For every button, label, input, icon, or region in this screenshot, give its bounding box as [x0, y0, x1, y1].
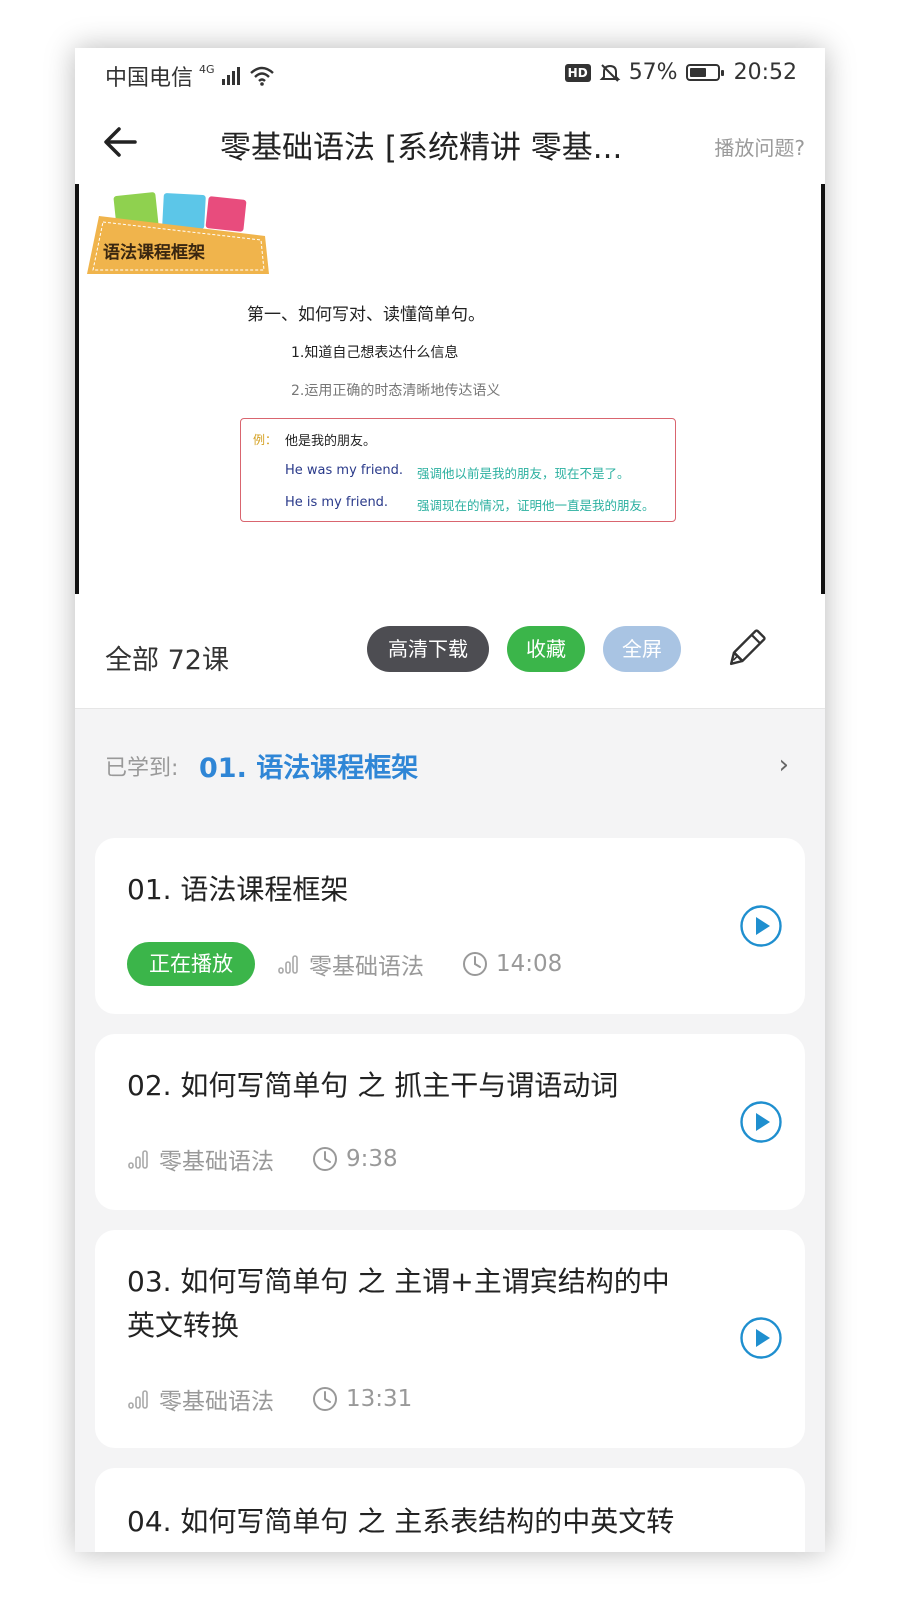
title-bar: 零基础语法 [系统精讲 零基... 播放问题?	[75, 104, 825, 184]
learned-label: 已学到:	[105, 756, 179, 781]
lesson-title: 03. 如何写简单句 之 主谓+主谓宾结构的中英文转换	[127, 1265, 670, 1342]
learned-lesson: 01. 语法课程框架	[199, 753, 419, 784]
lesson-title: 02. 如何写简单句 之 抓主干与谓语动词	[127, 1069, 619, 1102]
lesson-meta: 零基础语法 13:31	[127, 1382, 412, 1416]
battery-icon	[685, 64, 724, 81]
lesson-card[interactable]: 03. 如何写简单句 之 主谓+主谓宾结构的中英文转换 零基础语法 13:31	[95, 1230, 805, 1448]
lesson-meta: 零基础语法 9:38	[127, 1142, 398, 1176]
status-bar: 中国电信 4G HD 57% 20:52	[75, 48, 825, 104]
clock: 20:52	[733, 60, 797, 85]
action-row: 全部 72课 高清下载 收藏 全屏	[75, 604, 825, 709]
hd-download-button[interactable]: 高清下载	[367, 626, 489, 672]
slide-heading: 第一、如何写对、读懂简单句。	[247, 305, 485, 325]
example-note-2: 强调现在的情况，证明他一直是我的朋友。	[417, 498, 655, 513]
bell-muted-icon	[599, 63, 621, 82]
battery-percent: 57%	[628, 60, 678, 85]
fullscreen-button[interactable]: 全屏	[603, 626, 681, 672]
lesson-card[interactable]: 02. 如何写简单句 之 抓主干与谓语动词 零基础语法 9:38	[95, 1034, 805, 1210]
example-english-2: He is my friend.	[285, 495, 389, 510]
signal-icon	[221, 67, 240, 85]
pencil-icon[interactable]	[723, 626, 769, 672]
phone-screen: 中国电信 4G HD 57% 20:52 零基础语法 [系统精讲 零基... 播…	[75, 48, 825, 1552]
lesson-meta: 正在播放 零基础语法 14:08	[127, 942, 562, 986]
clock-icon	[463, 952, 487, 976]
hd-badge: HD	[564, 63, 591, 82]
example-box: 例： 他是我的朋友。 He was my friend. 强调他以前是我的朋友，…	[240, 418, 676, 522]
carrier-name: 中国电信	[105, 66, 194, 91]
lesson-card[interactable]: 01. 语法课程框架 正在播放 零基础语法 14:08	[95, 838, 805, 1014]
lesson-category: 零基础语法	[309, 954, 424, 980]
favorite-button[interactable]: 收藏	[507, 626, 585, 672]
slide-point-2: 2.运用正确的时态清晰地传达语义	[291, 383, 501, 399]
lesson-count: 全部 72课	[105, 645, 229, 676]
example-chinese: 他是我的朋友。	[285, 434, 377, 449]
learned-progress-row[interactable]: 已学到: 01. 语法课程框架 ›	[75, 712, 825, 816]
clock-icon	[313, 1147, 337, 1171]
page-title: 零基础语法 [系统精讲 零基...	[220, 130, 623, 166]
play-icon[interactable]	[739, 904, 783, 948]
play-icon[interactable]	[739, 1100, 783, 1144]
network-type: 4G	[199, 62, 215, 76]
video-edge-right	[821, 184, 825, 594]
lesson-title: 04. 如何写简单句 之 主系表结构的中英文转	[127, 1505, 675, 1538]
back-arrow-icon[interactable]	[99, 120, 143, 164]
lesson-category: 零基础语法	[159, 1149, 274, 1175]
level-bars-icon	[128, 1390, 148, 1409]
lesson-duration: 13:31	[346, 1386, 413, 1412]
video-player[interactable]: 语法课程框架 第一、如何写对、读懂简单句。 1.知道自己想表达什么信息 2.运用…	[75, 184, 825, 604]
banner-label: 语法课程框架	[103, 243, 205, 263]
clock-icon	[313, 1387, 337, 1411]
slide-point-1: 1.知道自己想表达什么信息	[291, 345, 459, 361]
wifi-icon	[249, 66, 274, 86]
lesson-category: 零基础语法	[159, 1389, 274, 1415]
now-playing-badge: 正在播放	[127, 942, 255, 986]
play-icon[interactable]	[739, 1316, 783, 1360]
lesson-card[interactable]: 04. 如何写简单句 之 主系表结构的中英文转	[95, 1468, 805, 1552]
play-issue-link[interactable]: 播放问题?	[714, 132, 805, 161]
lesson-duration: 9:38	[346, 1146, 398, 1172]
example-english-1: He was my friend.	[285, 463, 404, 478]
lesson-duration: 14:08	[496, 951, 563, 977]
chevron-right-icon: ›	[778, 750, 789, 780]
example-note-1: 强调他以前是我的朋友，现在不是了。	[417, 466, 630, 481]
example-tag: 例：	[253, 433, 278, 447]
level-bars-icon	[128, 1150, 148, 1169]
lesson-title: 01. 语法课程框架	[127, 873, 349, 906]
level-bars-icon	[278, 955, 298, 974]
video-edge-left	[75, 184, 79, 594]
